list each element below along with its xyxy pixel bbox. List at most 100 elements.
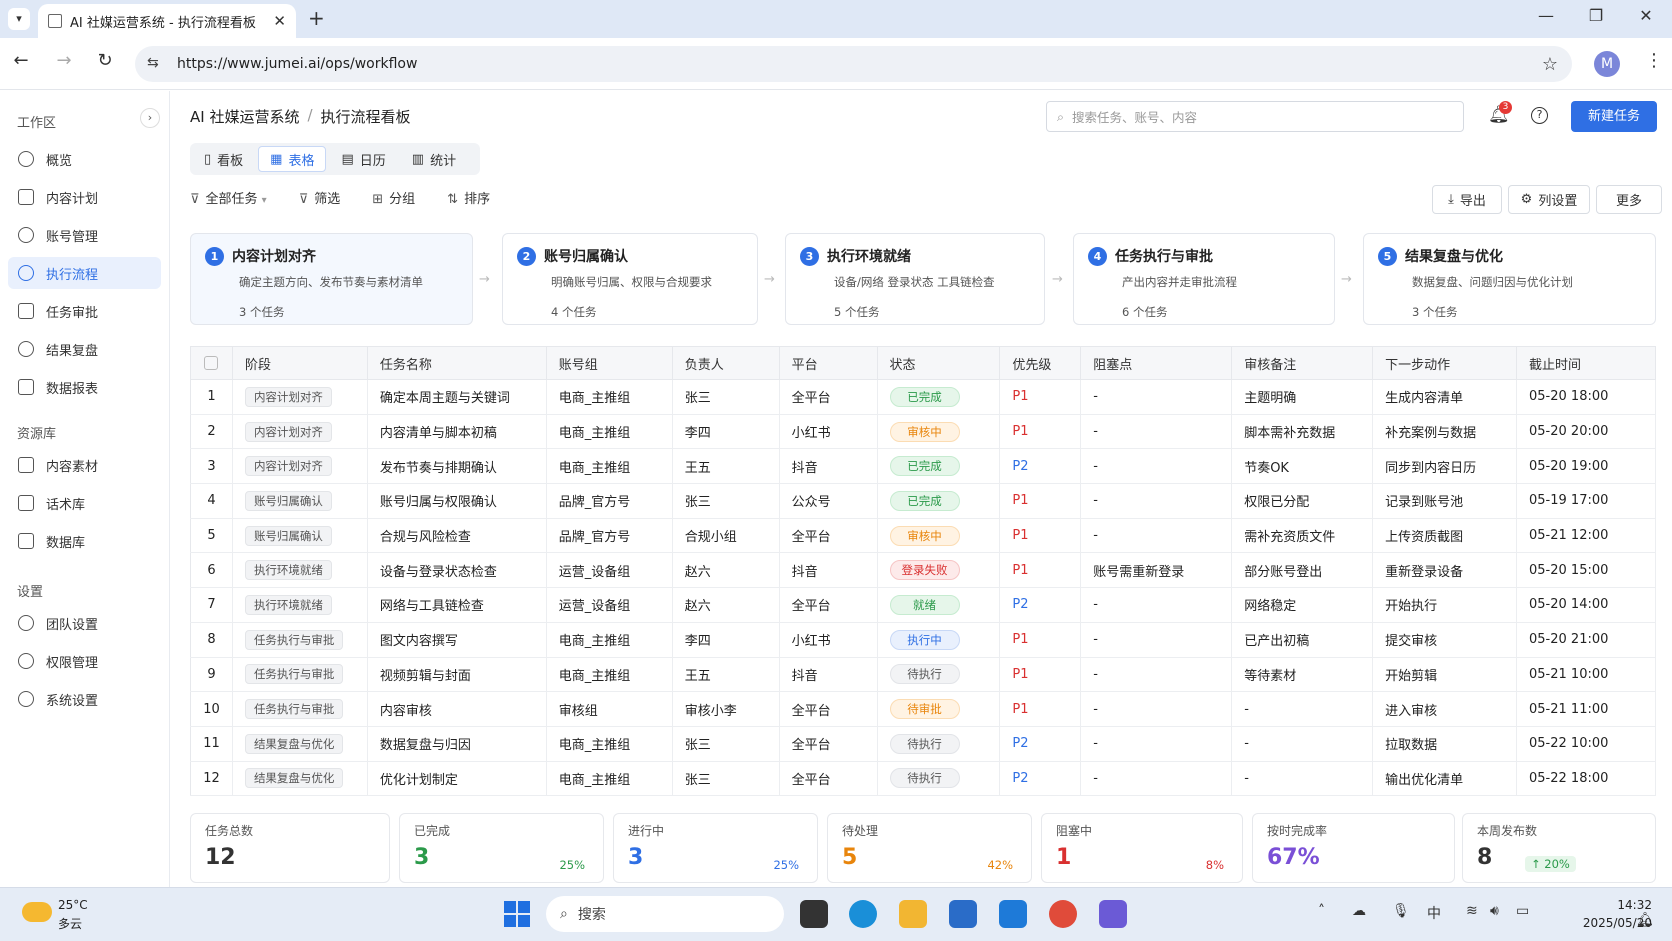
new-tab-icon[interactable]: + — [308, 6, 325, 30]
deadline-cell[interactable]: 05-20 21:00 — [1516, 622, 1656, 658]
status-badge-cell[interactable]: 审核中 — [877, 414, 1001, 450]
next-action-cell[interactable]: 开始执行 — [1372, 587, 1518, 623]
stage-card[interactable]: 5 结果复盘与优化 数据复盘、问题归因与优化计划 3 个任务 — [1363, 233, 1656, 325]
back-icon[interactable]: ← — [8, 50, 34, 71]
deadline-cell[interactable]: 05-22 10:00 — [1516, 726, 1656, 762]
column-header[interactable]: 截止时间 — [1516, 346, 1656, 380]
next-action-cell[interactable]: 重新登录设备 — [1372, 552, 1518, 589]
assignee-cell[interactable]: 李四 — [672, 622, 780, 658]
onedrive-cloud-icon[interactable]: ☁ — [1352, 903, 1366, 919]
forward-icon[interactable]: → — [51, 50, 77, 71]
blocker-cell[interactable]: - — [1080, 518, 1233, 554]
assignee-cell[interactable]: 合规小组 — [672, 518, 780, 554]
table-row[interactable]: 2 内容计划对齐 内容清单与脚本初稿 电商_主推组 李四 小红书 审核中 P1 - 脚本需补充数据… — [190, 414, 1656, 450]
teams-icon[interactable] — [1099, 900, 1127, 928]
task-name-cell[interactable]: 确定本周主题与关键词 — [367, 379, 547, 415]
platform-cell[interactable]: 小红书 — [779, 622, 878, 658]
select-all-checkbox[interactable] — [190, 346, 233, 380]
tab-calendar[interactable]: ▤ 日历 — [330, 146, 396, 172]
account-group-cell[interactable]: 电商_主推组 — [546, 726, 673, 762]
deadline-cell[interactable]: 05-20 18:00 — [1516, 379, 1656, 415]
sidebar-item-overview[interactable]: 概览 — [8, 143, 161, 175]
priority-cell[interactable]: P2 — [999, 448, 1082, 485]
filter-button[interactable]: ⊽ 筛选 — [299, 188, 341, 207]
stage-tag-cell[interactable]: 内容计划对齐 — [232, 414, 368, 450]
table-row[interactable]: 1 内容计划对齐 确定本周主题与关键词 电商_主推组 张三 全平台 已完成 P1 - 主题明确 生成… — [190, 379, 1656, 415]
platform-cell[interactable]: 全平台 — [779, 587, 878, 623]
sidebar-item-accounts[interactable]: 账号管理 — [8, 219, 161, 251]
table-row[interactable]: 6 执行环境就绪 设备与登录状态检查 运营_设备组 赵六 抖音 登录失败 P1 账号需重新登录 部… — [190, 552, 1656, 589]
all-tasks-dropdown[interactable]: ⊽ 全部任务 ▾ — [190, 188, 267, 207]
close-window-icon[interactable]: ✕ — [1626, 6, 1666, 25]
volume-icon[interactable]: 🔊︎ — [1490, 903, 1499, 919]
platform-cell[interactable]: 全平台 — [779, 726, 878, 762]
task-name-cell[interactable]: 优化计划制定 — [367, 761, 547, 797]
assignee-cell[interactable]: 审核小李 — [672, 691, 780, 727]
sidebar-item-database[interactable]: 数据库 — [8, 525, 161, 557]
close-tab-icon[interactable]: ✕ — [273, 12, 286, 30]
platform-cell[interactable]: 全平台 — [779, 691, 878, 727]
assignee-cell[interactable]: 王五 — [672, 657, 780, 693]
tab-board[interactable]: ▯ 看板 — [193, 146, 254, 172]
row-number-cell[interactable]: 2 — [190, 414, 233, 450]
sidebar-item-reports[interactable]: 数据报表 — [8, 371, 161, 403]
column-header[interactable]: 阶段 — [232, 346, 368, 380]
review-note-cell[interactable]: 需补充资质文件 — [1231, 518, 1374, 554]
status-badge-cell[interactable]: 执行中 — [877, 622, 1001, 658]
checkbox[interactable] — [204, 356, 219, 370]
assignee-cell[interactable]: 张三 — [672, 379, 780, 415]
search-input[interactable]: ⌕ 搜索任务、账号、内容 — [1046, 101, 1464, 132]
tab-table[interactable]: ▦ 表格 — [258, 146, 327, 172]
status-badge-cell[interactable]: 已完成 — [877, 483, 1001, 519]
blocker-cell[interactable]: - — [1080, 761, 1233, 797]
review-note-cell[interactable]: 主题明确 — [1231, 379, 1374, 415]
status-badge-cell[interactable]: 待执行 — [877, 726, 1001, 762]
status-badge-cell[interactable]: 待执行 — [877, 761, 1001, 797]
deadline-cell[interactable]: 05-21 10:00 — [1516, 657, 1656, 693]
store-icon[interactable] — [949, 900, 977, 928]
priority-cell[interactable]: P2 — [999, 587, 1082, 623]
assignee-cell[interactable]: 王五 — [672, 448, 780, 485]
column-header[interactable]: 阻塞点 — [1080, 346, 1233, 380]
profile-avatar[interactable]: M — [1594, 51, 1620, 77]
weather-condition[interactable]: 多云 — [58, 915, 82, 932]
task-name-cell[interactable]: 内容清单与脚本初稿 — [367, 414, 547, 450]
table-row[interactable]: 8 任务执行与审批 图文内容撰写 电商_主推组 李四 小红书 执行中 P1 - 已产出初稿 提交审核… — [190, 622, 1656, 658]
row-number-cell[interactable]: 10 — [190, 691, 233, 727]
review-note-cell[interactable]: 网络稳定 — [1231, 587, 1374, 623]
blocker-cell[interactable]: - — [1080, 622, 1233, 658]
assignee-cell[interactable]: 张三 — [672, 483, 780, 519]
sidebar-item-materials[interactable]: 内容素材 — [8, 449, 161, 481]
account-group-cell[interactable]: 运营_设备组 — [546, 552, 673, 589]
stage-tag-cell[interactable]: 结果复盘与优化 — [232, 761, 368, 797]
column-header[interactable]: 任务名称 — [367, 346, 547, 380]
browser-menu-icon[interactable]: ⋮ — [1645, 50, 1663, 71]
platform-cell[interactable]: 抖音 — [779, 552, 878, 589]
task-name-cell[interactable]: 发布节奏与排期确认 — [367, 448, 547, 485]
account-group-cell[interactable]: 运营_设备组 — [546, 587, 673, 623]
address-bar[interactable]: ⇆ https://www.jumei.ai/ops/workflow ☆ — [135, 46, 1572, 82]
weather-cloud-icon[interactable] — [22, 902, 52, 922]
platform-cell[interactable]: 抖音 — [779, 657, 878, 693]
priority-cell[interactable]: P1 — [999, 483, 1082, 519]
wifi-icon[interactable]: ≋ — [1466, 903, 1478, 919]
sidebar-item-scripts[interactable]: 话术库 — [8, 487, 161, 519]
table-row[interactable]: 4 账号归属确认 账号归属与权限确认 品牌_官方号 张三 公众号 已完成 P1 - 权限已分配 记录… — [190, 483, 1656, 519]
row-number-cell[interactable]: 1 — [190, 379, 233, 415]
stage-tag-cell[interactable]: 结果复盘与优化 — [232, 726, 368, 762]
column-header[interactable]: 负责人 — [672, 346, 780, 380]
help-icon[interactable]: ? — [1531, 107, 1548, 124]
review-note-cell[interactable]: - — [1231, 761, 1374, 797]
table-row[interactable]: 5 账号归属确认 合规与风险检查 品牌_官方号 合规小组 全平台 审核中 P1 - 需补充资质文件… — [190, 518, 1656, 554]
more-button[interactable]: 更多 — [1596, 185, 1662, 214]
tab-list-dropdown-icon[interactable]: ▾ — [8, 8, 30, 30]
chrome-icon[interactable] — [1049, 900, 1077, 928]
file-explorer-icon[interactable] — [899, 900, 927, 928]
notification-bell-icon[interactable]: 🔔︎ — [1636, 912, 1654, 928]
status-badge-cell[interactable]: 就绪 — [877, 587, 1001, 623]
clock-time[interactable]: 14:32 — [1592, 898, 1652, 912]
mail-icon[interactable] — [999, 900, 1027, 928]
new-task-button[interactable]: 新建任务 — [1571, 101, 1657, 132]
task-name-cell[interactable]: 网络与工具链检查 — [367, 587, 547, 623]
review-note-cell[interactable]: 等待素材 — [1231, 657, 1374, 693]
